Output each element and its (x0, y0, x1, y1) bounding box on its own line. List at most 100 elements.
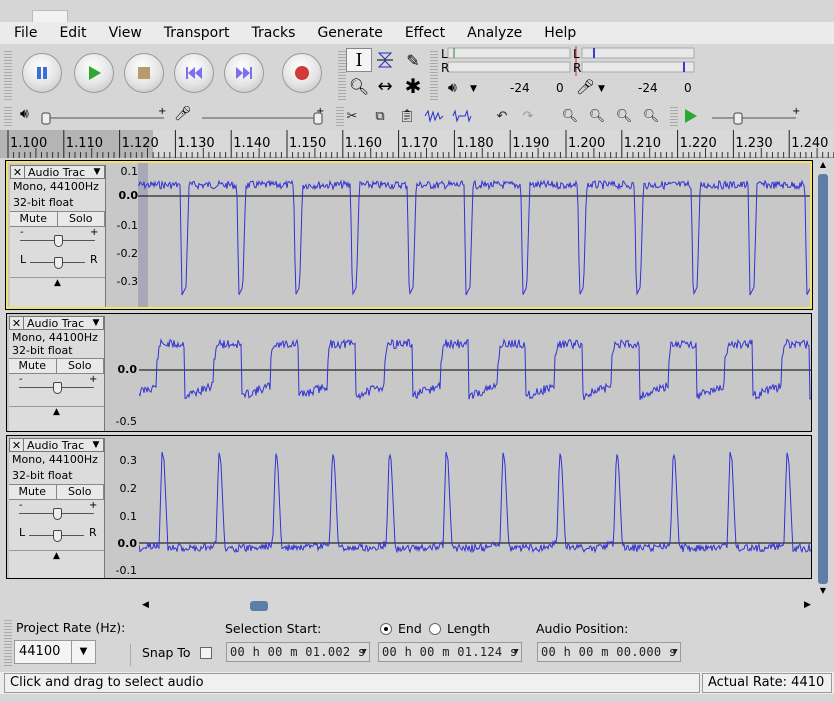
meter-grip[interactable] (430, 50, 438, 100)
draw-tool[interactable]: ✎ (400, 48, 426, 72)
close-icon[interactable]: ✕ (11, 165, 25, 179)
skip-start-icon (186, 67, 202, 79)
track-1-mute-button[interactable]: Mute (10, 212, 58, 226)
audio-position-field[interactable]: 00 h 00 m 00.000 s ▼ (537, 642, 681, 662)
pause-button[interactable] (22, 53, 62, 93)
zoom-tool[interactable]: 🔍︎ (346, 74, 372, 98)
skip-end-button[interactable] (224, 53, 264, 93)
menu-file[interactable]: File (0, 25, 45, 41)
envelope-tool[interactable] (372, 48, 398, 72)
undo-button[interactable]: ↶ (490, 105, 514, 127)
zoom-in-button[interactable]: 🔍︎ (558, 105, 582, 127)
track-1-pan-slider[interactable]: L R (10, 249, 105, 271)
track-2-solo-button[interactable]: Solo (56, 359, 104, 373)
copy-button[interactable]: ⧉ (368, 105, 392, 127)
play-at-speed-grip[interactable] (670, 106, 678, 126)
track-3-waveform[interactable] (139, 436, 811, 578)
audio-track-2[interactable]: ✕ Audio Trac ▼ Mono, 44100Hz 32-bit floa… (6, 313, 812, 432)
ruler-label: 1.240 (791, 136, 829, 151)
play-at-speed-button[interactable] (678, 105, 702, 127)
ruler-label: 1.160 (344, 136, 383, 151)
zoom-out-button[interactable]: 🔍︎ (585, 105, 609, 127)
recording-meter-dropdown-icon[interactable]: ▼ (598, 84, 605, 94)
track-2-mute-button[interactable]: Mute (9, 359, 57, 373)
chevron-down-icon[interactable]: ▼ (90, 167, 104, 177)
menu-analyze[interactable]: Analyze (453, 25, 530, 41)
fit-selection-button[interactable]: 🔍︎ (612, 105, 636, 127)
play-button[interactable] (74, 53, 114, 93)
selection-tool[interactable]: I (346, 48, 372, 72)
length-radio-label: Length (447, 621, 491, 636)
track-1-rate: Mono, 44100Hz (13, 180, 99, 193)
horizontal-scroll-thumb[interactable] (250, 601, 268, 611)
collapse-track-icon[interactable]: ▲ (9, 406, 104, 417)
track-1-waveform[interactable] (138, 163, 810, 307)
scroll-right-icon[interactable]: ▶ (804, 600, 811, 610)
timeline-ruler[interactable]: 1.100 1.110 1.120 1.130 1.140 1.150 1.160 1.170… (0, 130, 834, 158)
vertical-scroll-thumb[interactable] (818, 174, 828, 584)
vertical-scrollbar[interactable]: ▲ ▼ (816, 158, 830, 598)
redo-button[interactable]: ↷ (516, 105, 540, 127)
menu-help[interactable]: Help (530, 25, 584, 41)
scroll-left-icon[interactable]: ◀ (142, 600, 149, 610)
track-1-name-menu[interactable]: Audio Trac (25, 166, 90, 179)
paste-button[interactable]: 📋︎ (395, 105, 419, 127)
cut-button[interactable]: ✂ (340, 105, 364, 127)
menu-transport[interactable]: Transport (150, 25, 238, 41)
ruler-label: 1.210 (623, 136, 662, 151)
menu-view[interactable]: View (95, 25, 150, 41)
track-3-name-menu[interactable]: Audio Trac (24, 439, 89, 452)
selection-start-field[interactable]: 00 h 00 m 01.002 s ▼ (226, 642, 370, 662)
menu-effect[interactable]: Effect (391, 25, 453, 41)
menu-tracks[interactable]: Tracks (238, 25, 304, 41)
chevron-down-icon[interactable]: ▼ (672, 643, 678, 661)
skip-start-button[interactable] (174, 53, 214, 93)
timeshift-tool[interactable]: ↔ (372, 74, 398, 98)
track-3-pan-slider[interactable]: L R (9, 522, 104, 544)
audio-track-1[interactable]: ✕ Audio Trac ▼ Mono, 44100Hz 32-bit floa… (5, 160, 813, 310)
close-icon[interactable]: ✕ (10, 438, 24, 452)
selection-toolbar-grip[interactable] (4, 620, 12, 666)
length-radio[interactable] (429, 623, 441, 635)
track-1-solo-button[interactable]: Solo (57, 212, 105, 226)
track-3-mute-button[interactable]: Mute (9, 485, 57, 499)
playback-volume-slider[interactable]: + (38, 106, 170, 126)
horizontal-scrollbar[interactable]: ◀ ▶ (140, 598, 816, 614)
stop-button[interactable] (124, 53, 164, 93)
track-2-waveform[interactable] (139, 314, 811, 431)
collapse-track-icon[interactable]: ▲ (10, 277, 105, 288)
menu-edit[interactable]: Edit (45, 25, 94, 41)
audio-track-3[interactable]: ✕ Audio Trac ▼ Mono, 44100Hz 32-bit floa… (6, 435, 812, 579)
chevron-down-icon[interactable]: ▼ (89, 440, 103, 450)
scroll-up-icon[interactable]: ▲ (818, 160, 828, 172)
snap-to-checkbox[interactable] (200, 647, 212, 659)
chevron-down-icon[interactable]: ▼ (513, 643, 519, 661)
playback-meter-dropdown-icon[interactable]: ▼ (470, 84, 477, 94)
tools-grip[interactable] (338, 50, 346, 100)
track-3-solo-button[interactable]: Solo (56, 485, 104, 499)
multi-tool[interactable]: ✱ (400, 74, 426, 98)
record-button[interactable] (282, 53, 322, 93)
chevron-down-icon[interactable]: ▼ (89, 318, 103, 328)
recording-volume-slider[interactable]: + (196, 106, 328, 126)
recording-meter[interactable] (440, 46, 696, 78)
end-radio[interactable] (380, 623, 392, 635)
collapse-track-icon[interactable]: ▲ (9, 550, 104, 561)
fit-project-button[interactable]: 🔍︎ (639, 105, 663, 127)
track-2-gain-slider[interactable]: - + (9, 374, 104, 396)
close-icon[interactable]: ✕ (10, 316, 24, 330)
selection-end-field[interactable]: 00 h 00 m 01.124 s ▼ (378, 642, 522, 662)
menu-generate[interactable]: Generate (303, 25, 390, 41)
track-2-name-menu[interactable]: Audio Trac (24, 317, 89, 330)
mixer-grip[interactable] (4, 106, 12, 126)
track-3-gain-slider[interactable]: - + (9, 500, 104, 522)
silence-button[interactable] (450, 105, 474, 127)
project-rate-combo[interactable]: 44100 ▼ (14, 640, 96, 664)
transport-grip[interactable] (4, 50, 12, 100)
trim-button[interactable] (422, 105, 446, 127)
scroll-down-icon[interactable]: ▼ (818, 586, 828, 598)
track-1-gain-slider[interactable]: - + (10, 227, 105, 249)
chevron-down-icon[interactable]: ▼ (361, 643, 367, 661)
chevron-down-icon[interactable]: ▼ (71, 641, 95, 663)
play-speed-slider[interactable]: + (706, 106, 802, 126)
